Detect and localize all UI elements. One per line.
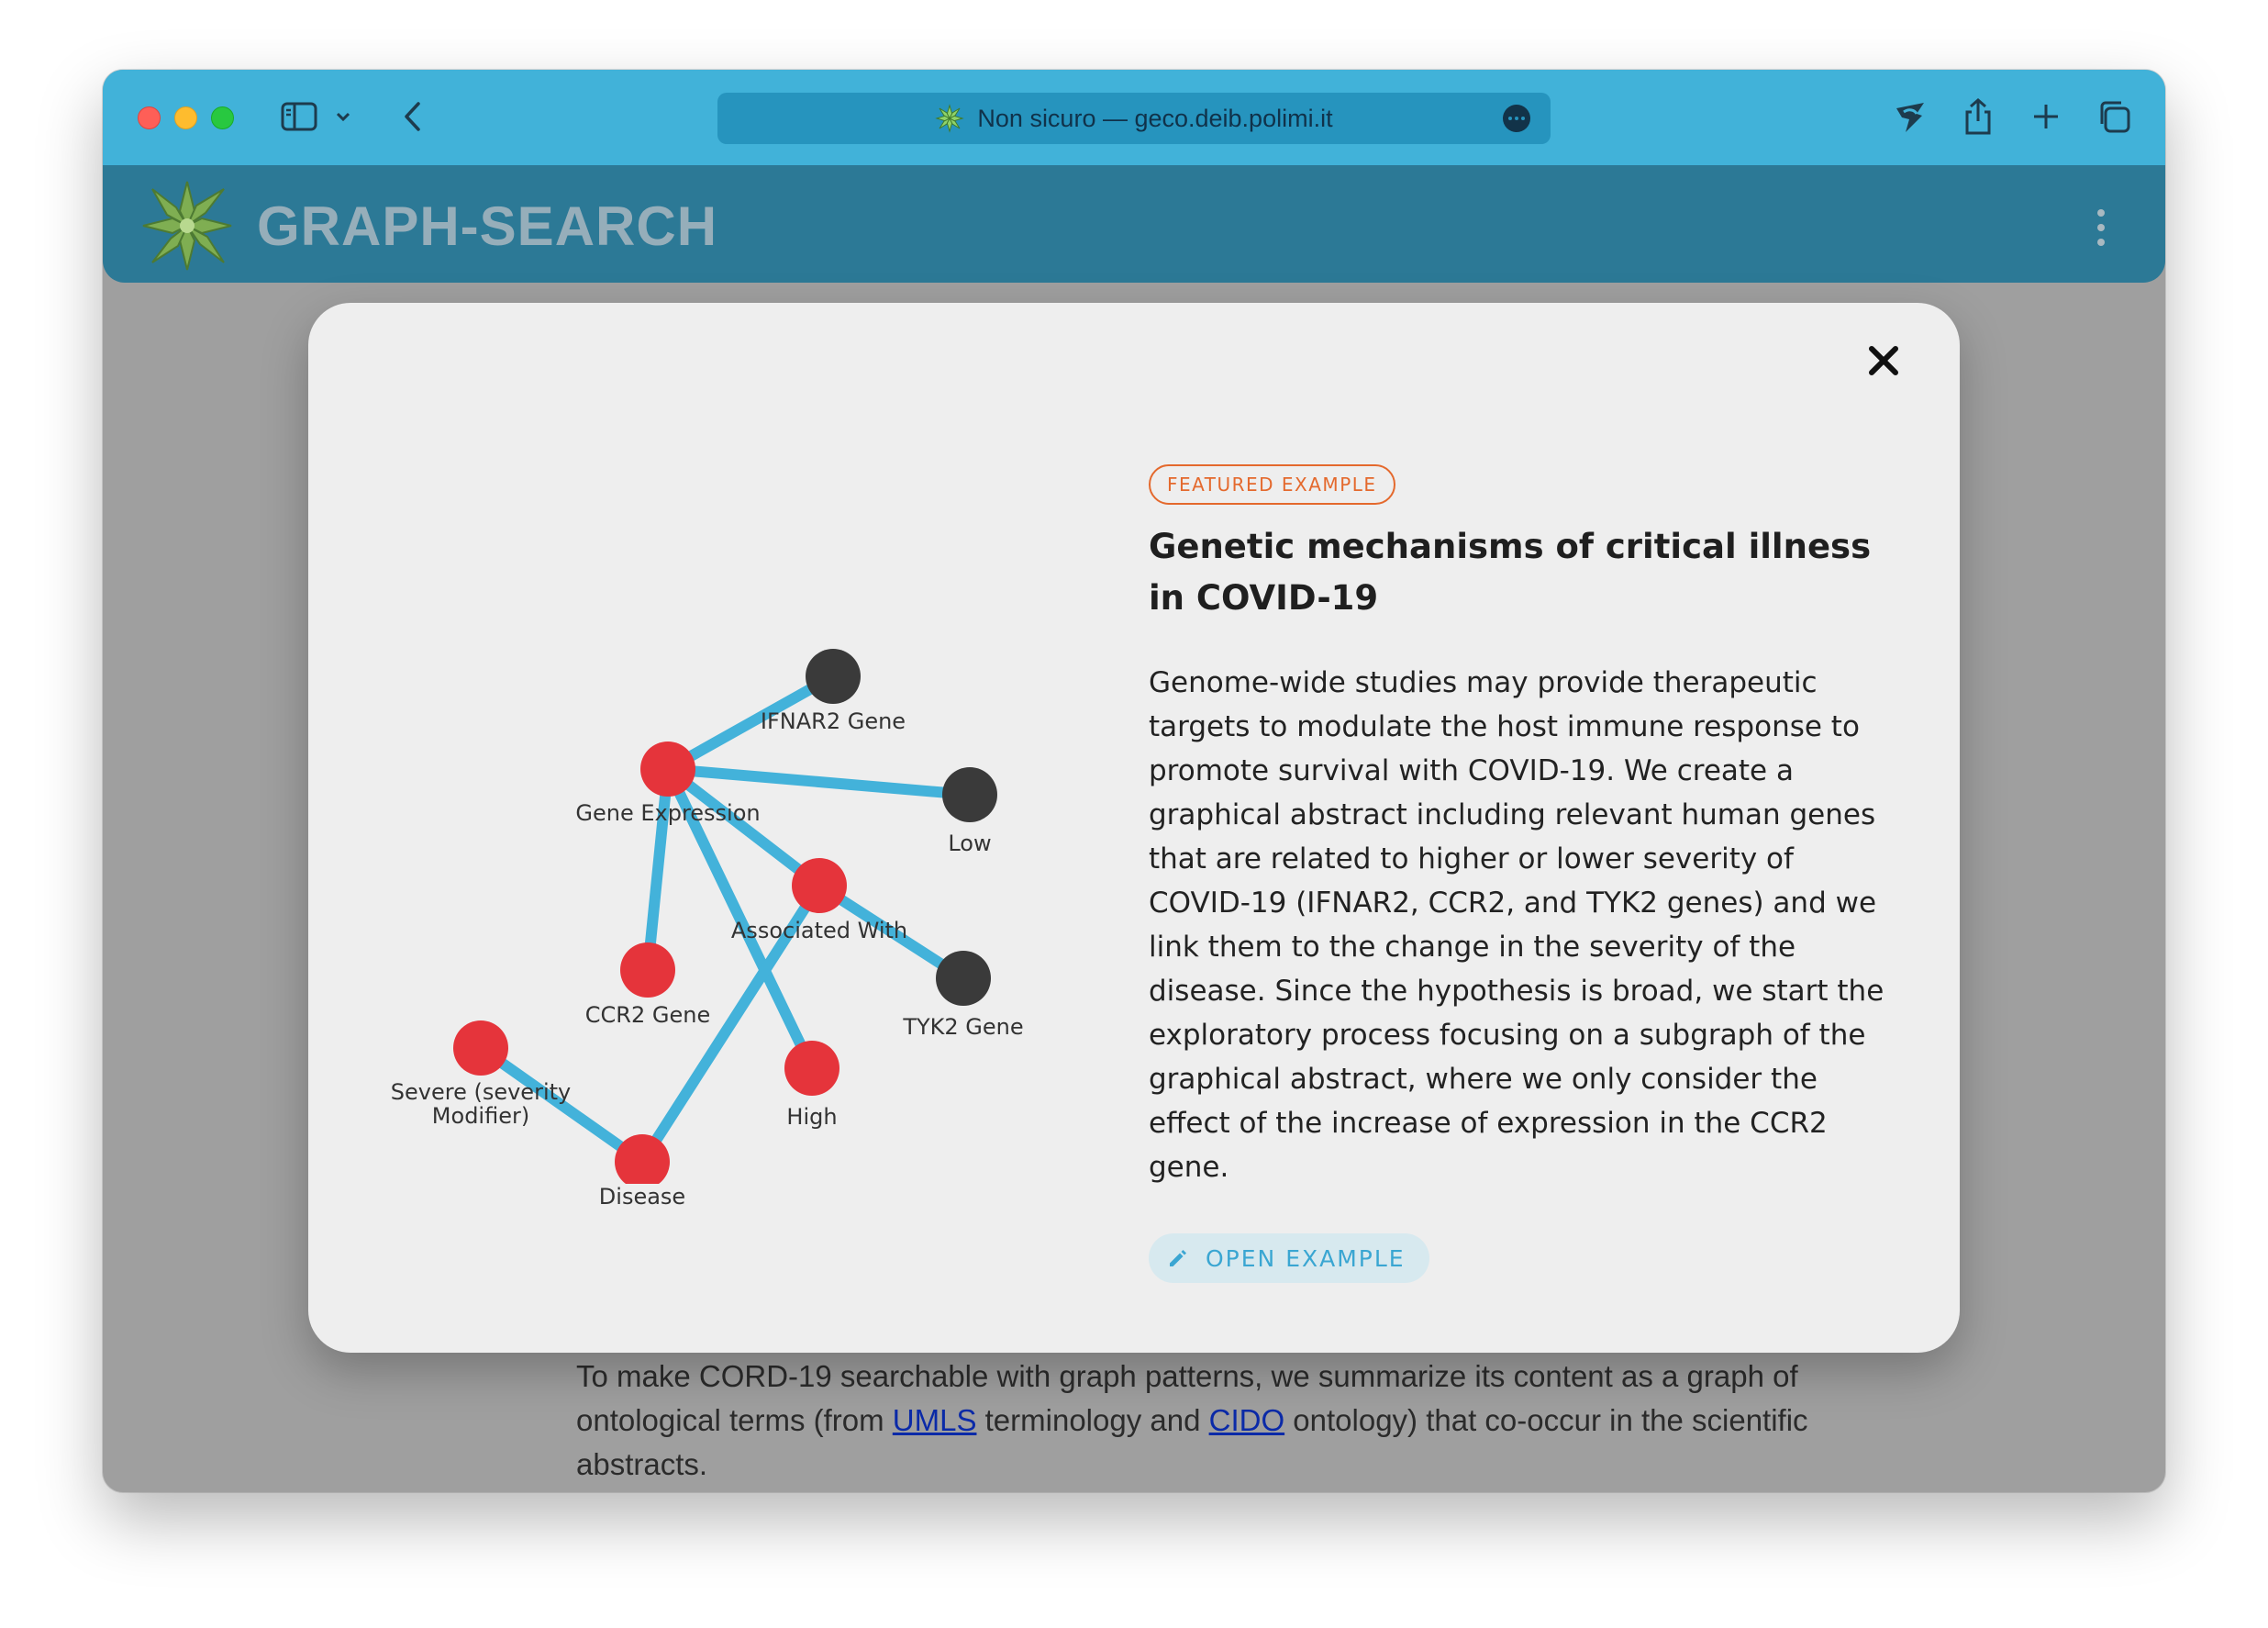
address-bar[interactable]: Non sicuro — geco.deib.polimi.it [717,93,1551,144]
app-header: GRAPH-SEARCH [103,165,2165,283]
label-disease: Disease [598,1184,686,1210]
disease-label-wrap: Disease [550,1184,734,1210]
example-content: FEATURED EXAMPLE Genetic mechanisms of c… [1149,464,1901,1283]
back-arrow-icon[interactable] [398,97,426,136]
app-title[interactable]: GRAPH-SEARCH [257,195,717,258]
new-tab-icon[interactable] [2028,95,2064,138]
node-ccr2[interactable] [620,942,675,998]
label-tyk2: TYK2 Gene [902,1014,1023,1040]
label-high: High [786,1104,837,1130]
close-window-button[interactable] [138,106,161,129]
edge-ge-ccr2 [642,764,673,976]
node-tyk2[interactable] [936,951,991,1006]
node-severe[interactable] [453,1020,508,1076]
cido-link[interactable]: CIDO [1209,1403,1285,1437]
url-text: Non sicuro — geco.deib.polimi.it [977,104,1333,132]
close-icon [1869,346,1898,375]
umls-link[interactable]: UMLS [893,1403,977,1437]
label-gene-expression: Gene Expression [575,800,760,826]
label-associated-with: Associated With [731,918,907,943]
zoom-window-button[interactable] [211,106,234,129]
label-ifnar2: IFNAR2 Gene [761,708,906,734]
edge-ge-low [662,764,975,800]
browser-titlebar: Non sicuro — geco.deib.polimi.it [103,70,2165,165]
kebab-menu-icon[interactable] [2096,209,2107,246]
node-high[interactable] [784,1041,839,1096]
label-severe-2: Modifier) [432,1103,529,1129]
node-associated-with[interactable] [792,858,847,913]
label-ccr2: CCR2 Gene [585,1002,710,1028]
tab-overview-icon[interactable] [2094,95,2134,138]
extension-icon[interactable] [1890,95,1930,138]
chevron-down-icon[interactable] [332,101,354,132]
node-gene-expression[interactable] [640,742,695,797]
share-icon[interactable] [1960,95,1996,138]
pencil-icon [1170,1250,1186,1266]
featured-badge: FEATURED EXAMPLE [1149,464,1395,505]
more-options-icon[interactable] [1503,105,1530,132]
open-example-button[interactable]: OPEN EXAMPLE [1149,1233,1429,1283]
featured-example-modal: IFNAR2 Gene Gene Expression Low Associat… [308,303,1960,1353]
close-modal-button[interactable] [1861,338,1907,384]
minimize-window-button[interactable] [174,106,197,129]
example-title: Genetic mechanisms of critical illness i… [1149,527,1872,618]
graphical-abstract: IFNAR2 Gene Gene Expression Low Associat… [391,649,1024,1184]
browser-window: Non sicuro — geco.deib.polimi.it GRAPH-S… [103,70,2165,1492]
site-favicon-icon [935,104,965,133]
sidebar-toggle-icon[interactable] [281,101,317,132]
label-low: Low [948,831,991,856]
open-example-label: OPEN EXAMPLE [1206,1244,1406,1272]
label-severe-1: Severe (severity [391,1079,571,1105]
example-description: Genome-wide studies may provide therapeu… [1149,666,1884,1184]
background-description: To make CORD-19 searchable with graph pa… [576,1355,1861,1487]
node-low[interactable] [942,767,997,822]
bg-text-part2: terminology and [976,1403,1209,1437]
node-ifnar2[interactable] [806,649,861,704]
app-logo-icon[interactable] [139,180,235,272]
